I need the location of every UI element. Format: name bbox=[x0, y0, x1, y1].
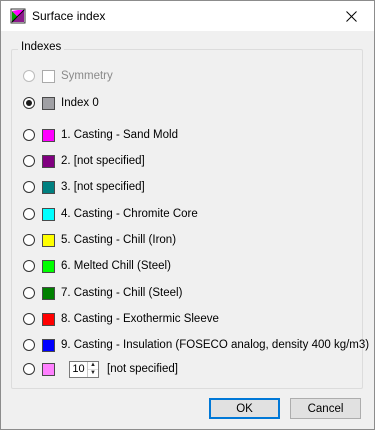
index-row: 2. [not specified] bbox=[23, 153, 145, 169]
index-color-swatch[interactable] bbox=[42, 207, 55, 221]
indexes-group-label: Indexes bbox=[18, 41, 65, 53]
index-spinbox[interactable]: 10 ▲ ▼ bbox=[69, 360, 99, 378]
close-button[interactable] bbox=[329, 1, 374, 31]
index-color-swatch[interactable] bbox=[42, 154, 55, 168]
surface-index-dialog: Surface index Indexes Symmetry Index 0 1. … bbox=[0, 0, 375, 430]
index-color-swatch bbox=[42, 69, 55, 83]
index-label: 9. Casting - Insulation (FOSECO analog, … bbox=[61, 339, 370, 351]
ok-button[interactable]: OK bbox=[209, 398, 280, 419]
title-bar: Surface index bbox=[1, 1, 374, 31]
close-icon bbox=[346, 10, 357, 22]
index-color-swatch[interactable] bbox=[42, 233, 55, 247]
index-radio[interactable] bbox=[23, 97, 35, 109]
cancel-button[interactable]: Cancel bbox=[290, 398, 361, 419]
index-spinbox-value[interactable]: 10 bbox=[70, 363, 87, 375]
spin-up-arrow-icon[interactable]: ▲ bbox=[88, 362, 98, 370]
index-label: 4. Casting - Chromite Core bbox=[61, 208, 198, 220]
index-row: 3. [not specified] bbox=[23, 179, 145, 195]
index-radio[interactable] bbox=[23, 129, 35, 141]
index-radio[interactable] bbox=[23, 313, 35, 325]
index-label: Index 0 bbox=[61, 97, 99, 109]
index-color-swatch[interactable] bbox=[42, 312, 55, 326]
window-title: Surface index bbox=[32, 9, 106, 23]
index-label: 6. Melted Chill (Steel) bbox=[61, 260, 171, 272]
index-row: Symmetry bbox=[23, 68, 113, 84]
index-row: 9. Casting - Insulation (FOSECO analog, … bbox=[23, 337, 369, 353]
index-label: 2. [not specified] bbox=[61, 155, 145, 167]
index-label: 1. Casting - Sand Mold bbox=[61, 129, 178, 141]
spin-down-arrow-icon[interactable]: ▼ bbox=[88, 370, 98, 377]
index-color-swatch[interactable] bbox=[42, 96, 55, 110]
index-row: 8. Casting - Exothermic Sleeve bbox=[23, 311, 219, 327]
custom-index-radio[interactable] bbox=[23, 363, 35, 375]
index-color-swatch[interactable] bbox=[42, 338, 55, 352]
index-label: Symmetry bbox=[61, 70, 113, 82]
index-radio bbox=[23, 70, 35, 82]
index-color-swatch[interactable] bbox=[42, 180, 55, 194]
index-row: Index 0 bbox=[23, 95, 99, 111]
index-radio[interactable] bbox=[23, 234, 35, 246]
index-row: 7. Casting - Chill (Steel) bbox=[23, 285, 182, 301]
index-radio[interactable] bbox=[23, 181, 35, 193]
index-row: 6. Melted Chill (Steel) bbox=[23, 258, 171, 274]
index-radio[interactable] bbox=[23, 339, 35, 351]
index-radio[interactable] bbox=[23, 155, 35, 167]
custom-index-color-swatch[interactable] bbox=[42, 362, 55, 376]
index-row: 1. Casting - Sand Mold bbox=[23, 127, 178, 143]
index-label: 5. Casting - Chill (Iron) bbox=[61, 234, 177, 246]
index-color-swatch[interactable] bbox=[42, 259, 55, 273]
custom-index-label: [not specified] bbox=[107, 363, 178, 375]
index-label: 7. Casting - Chill (Steel) bbox=[61, 287, 183, 299]
index-label: 8. Casting - Exothermic Sleeve bbox=[61, 313, 219, 325]
index-row: 4. Casting - Chromite Core bbox=[23, 206, 198, 222]
index-radio[interactable] bbox=[23, 208, 35, 220]
index-label: 3. [not specified] bbox=[61, 181, 145, 193]
surface-index-app-icon bbox=[10, 8, 26, 24]
custom-index-row: 10 ▲ ▼ [not specified] bbox=[23, 360, 178, 378]
index-color-swatch[interactable] bbox=[42, 128, 55, 142]
index-color-swatch[interactable] bbox=[42, 286, 55, 300]
index-radio[interactable] bbox=[23, 287, 35, 299]
index-row: 5. Casting - Chill (Iron) bbox=[23, 232, 176, 248]
index-radio[interactable] bbox=[23, 260, 35, 272]
